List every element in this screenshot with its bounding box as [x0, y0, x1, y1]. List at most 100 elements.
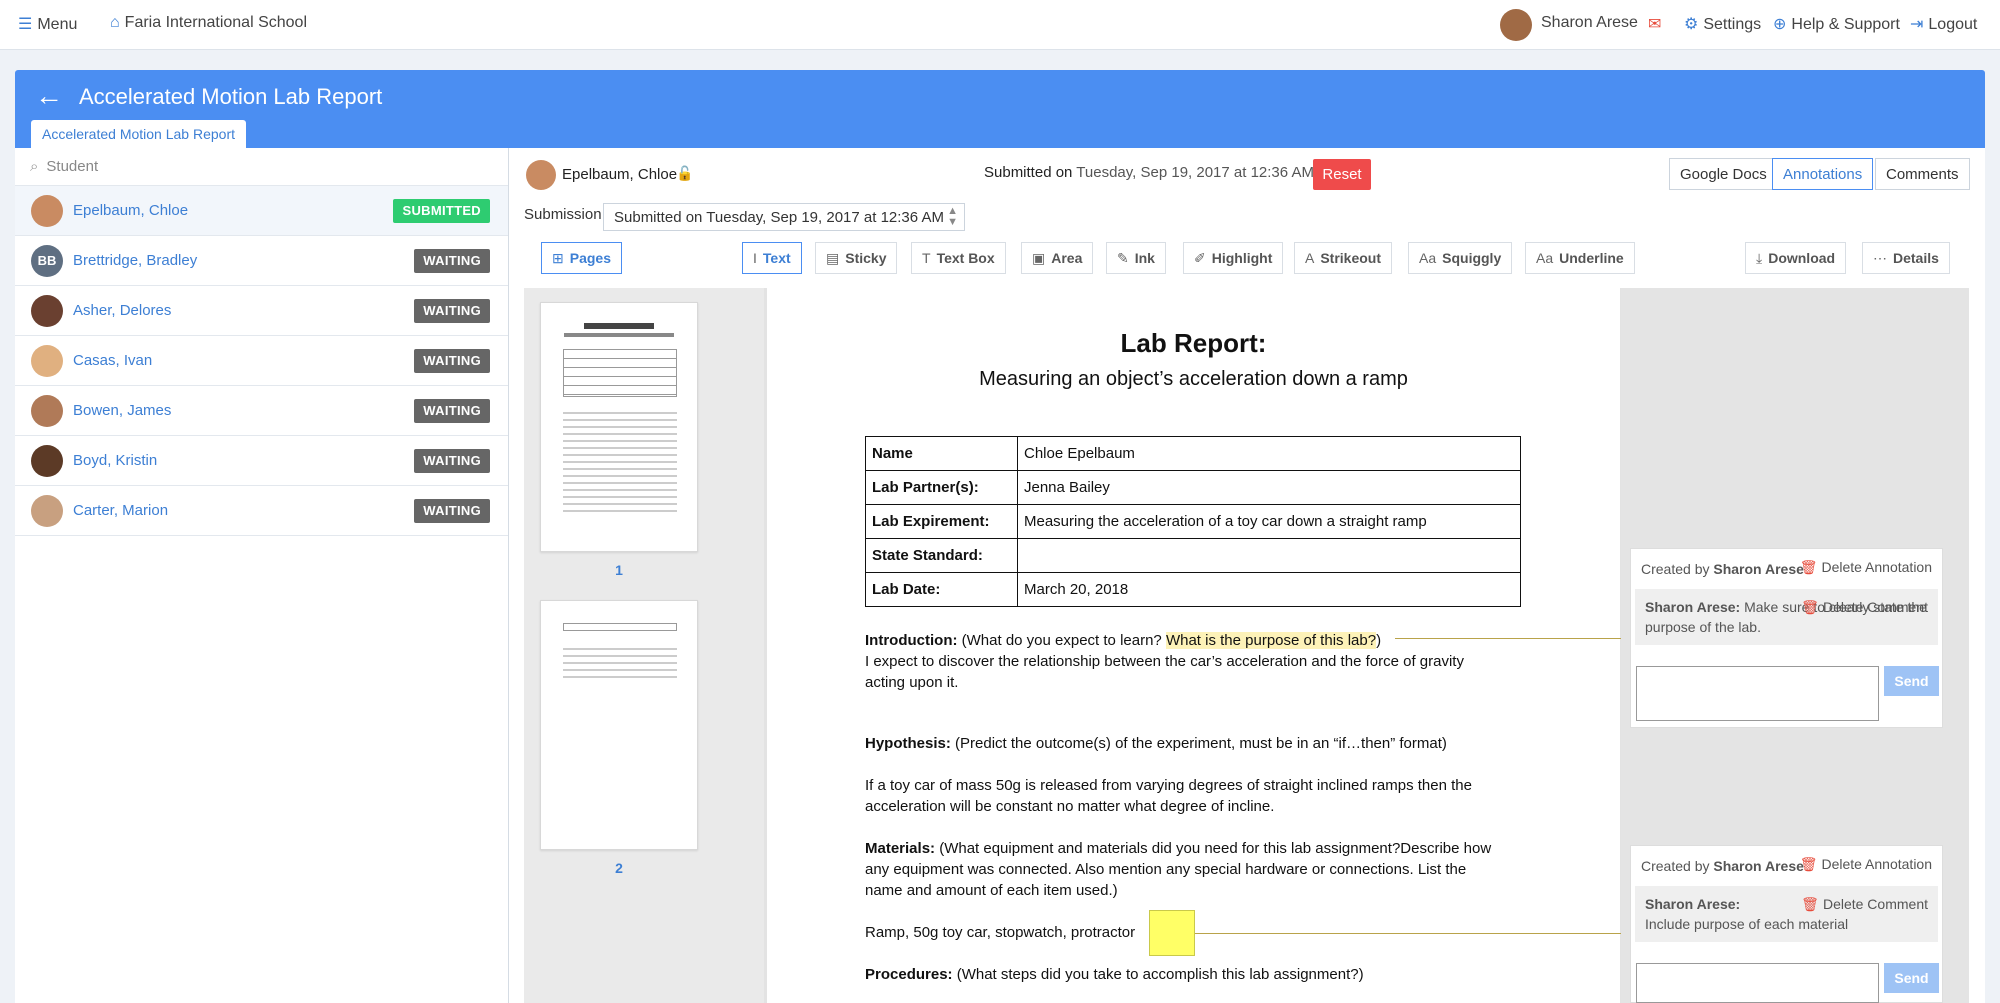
delete-comment-label: Delete Comment	[1822, 599, 1928, 615]
student-name[interactable]: Epelbaum, Chloe	[73, 202, 188, 219]
reply-input[interactable]	[1636, 963, 1879, 1003]
pages-button[interactable]: ⊞ Pages	[541, 242, 622, 274]
student-row[interactable]: Epelbaum, Chloe SUBMITTED	[15, 186, 508, 236]
text-icon: I	[753, 250, 757, 266]
materials-answer: Ramp, 50g toy car, stopwatch, protractor	[865, 924, 1136, 941]
tool-squiggly[interactable]: Aa Squiggly	[1408, 242, 1513, 274]
logout-link[interactable]: ⇥ Logout	[1910, 14, 1977, 34]
student-row[interactable]: BB Brettridge, Bradley WAITING	[15, 236, 508, 286]
created-by: Sharon Arese	[1713, 858, 1804, 874]
thumb-table	[563, 349, 677, 397]
help-link[interactable]: ⊕ Help & Support	[1773, 14, 1900, 34]
ellipsis-icon: ⋯	[1873, 250, 1887, 266]
user-name[interactable]: Sharon Arese	[1541, 14, 1638, 32]
student-avatar	[31, 395, 63, 427]
delete-annotation-button[interactable]: 🗑 Delete Annotation	[1800, 559, 1932, 576]
settings-link[interactable]: ⚙ Settings	[1684, 14, 1761, 34]
tool-label: Ink	[1134, 250, 1155, 266]
student-search[interactable]: ⌕ Student	[15, 148, 508, 186]
tab-comments[interactable]: Comments	[1875, 158, 1970, 190]
mat-prompt-2: any equipment was connected. Also mentio…	[865, 861, 1467, 878]
reply-input[interactable]	[1636, 666, 1879, 721]
tool-text[interactable]: I Text	[742, 242, 802, 274]
submitted-prefix: Submitted on	[984, 164, 1073, 181]
student-avatar	[31, 345, 63, 377]
back-arrow-icon[interactable]: ←	[35, 80, 63, 112]
tab-assignment[interactable]: Accelerated Motion Lab Report	[31, 120, 246, 148]
gear-icon: ⚙	[1684, 16, 1699, 33]
student-row[interactable]: Asher, Delores WAITING	[15, 286, 508, 336]
hyp-prompt: (Predict the outcome(s) of the experimen…	[950, 735, 1447, 752]
user-avatar[interactable]	[1500, 9, 1532, 41]
tab-annotations[interactable]: Annotations	[1772, 158, 1874, 190]
procedures-section: Procedures: (What steps did you take to …	[865, 964, 1364, 985]
submission-select[interactable]: Submitted on Tuesday, Sep 19, 2017 at 12…	[603, 203, 965, 231]
school-link[interactable]: ⌂ Faria International School	[110, 14, 307, 32]
details-label: Details	[1893, 250, 1939, 266]
tool-area[interactable]: ▣ Area	[1021, 242, 1094, 274]
created-prefix: Created by	[1641, 858, 1714, 874]
thumbnail-page-1[interactable]	[540, 302, 698, 552]
home-icon: ⌂	[110, 14, 120, 31]
send-button[interactable]: Send	[1884, 963, 1939, 993]
student-name[interactable]: Brettridge, Bradley	[73, 252, 197, 269]
status-badge: WAITING	[414, 299, 490, 323]
table-key: Lab Expirement:	[865, 504, 1018, 539]
download-label: Download	[1768, 250, 1836, 266]
tool-text-box[interactable]: T Text Box	[911, 242, 1006, 274]
intro-close: )	[1376, 632, 1382, 649]
tool-label: Text Box	[936, 250, 995, 266]
table-row: State Standard:	[865, 538, 1521, 573]
intro-answer-1: I expect to discover the relationship be…	[865, 653, 1464, 670]
status-badge: WAITING	[414, 499, 490, 523]
details-button[interactable]: ⋯ Details	[1862, 242, 1950, 274]
lab-info-table: Name Chloe Epelbaum Lab Partner(s): Jenna B…	[865, 436, 1521, 607]
materials-section: Materials: (What equipment and materials…	[865, 838, 1491, 901]
table-row: Lab Partner(s): Jenna Bailey	[865, 470, 1521, 505]
reset-button[interactable]: Reset	[1313, 159, 1371, 190]
student-avatar	[31, 195, 63, 227]
student-name[interactable]: Asher, Delores	[73, 302, 171, 319]
student-name[interactable]: Casas, Ivan	[73, 352, 152, 369]
sticky-note-annotation[interactable]	[1149, 910, 1195, 956]
student-avatar	[31, 295, 63, 327]
tool-ink[interactable]: ✎ Ink	[1106, 242, 1166, 274]
menu-button[interactable]: ☰ Menu	[18, 14, 77, 34]
tool-highlight[interactable]: ✐ Highlight	[1183, 242, 1284, 274]
delete-comment-button[interactable]: 🗑 Delete Comment	[1801, 894, 1928, 914]
thumbnail-page-2[interactable]	[540, 600, 698, 850]
grid-icon: ⊞	[552, 250, 564, 266]
hyp-answer-2: acceleration will be constant no matter …	[865, 798, 1275, 815]
thumb-text-lines	[563, 643, 677, 683]
student-name[interactable]: Bowen, James	[73, 402, 171, 419]
intro-highlight[interactable]: What is the purpose of this lab?	[1165, 632, 1377, 649]
intro-section: Introduction: (What do you expect to lea…	[865, 630, 1464, 693]
tool-sticky[interactable]: ▤ Sticky	[815, 242, 898, 274]
delete-annotation-button[interactable]: 🗑 Delete Annotation	[1800, 856, 1932, 873]
student-row[interactable]: Carter, Marion WAITING	[15, 486, 508, 536]
student-row[interactable]: Boyd, Kristin WAITING	[15, 436, 508, 486]
document-page[interactable]: Lab Report: Measuring an object’s accele…	[767, 288, 1620, 1003]
student-row[interactable]: Bowen, James WAITING	[15, 386, 508, 436]
student-name[interactable]: Boyd, Kristin	[73, 452, 157, 469]
tab-google-docs[interactable]: Google Docs	[1669, 158, 1778, 190]
table-key: Lab Partner(s):	[865, 470, 1018, 505]
student-avatar	[526, 160, 556, 190]
download-button[interactable]: ⤓ Download	[1745, 242, 1847, 274]
pages-label: Pages	[569, 250, 611, 266]
tool-underline[interactable]: Aa Underline	[1525, 242, 1635, 274]
submitted-date: Tuesday, Sep 19, 2017 at 12:36 AM	[1076, 164, 1314, 181]
delete-comment-button[interactable]: 🗑 Delete Comment	[1801, 597, 1928, 617]
thumb-table-row	[563, 623, 677, 631]
assignment-header: ← Accelerated Motion Lab Report Accelera…	[15, 70, 1985, 148]
send-button[interactable]: Send	[1884, 666, 1939, 696]
mail-icon[interactable]: ✉	[1648, 14, 1661, 34]
student-name[interactable]: Carter, Marion	[73, 502, 168, 519]
mat-label: Materials:	[865, 840, 936, 857]
logout-label: Logout	[1928, 16, 1978, 33]
strikeout-icon: A	[1305, 250, 1315, 266]
tool-strikeout[interactable]: A Strikeout	[1294, 242, 1393, 274]
student-row[interactable]: Casas, Ivan WAITING	[15, 336, 508, 386]
school-name: Faria International School	[124, 14, 307, 31]
submission-label: Submission	[524, 206, 602, 223]
